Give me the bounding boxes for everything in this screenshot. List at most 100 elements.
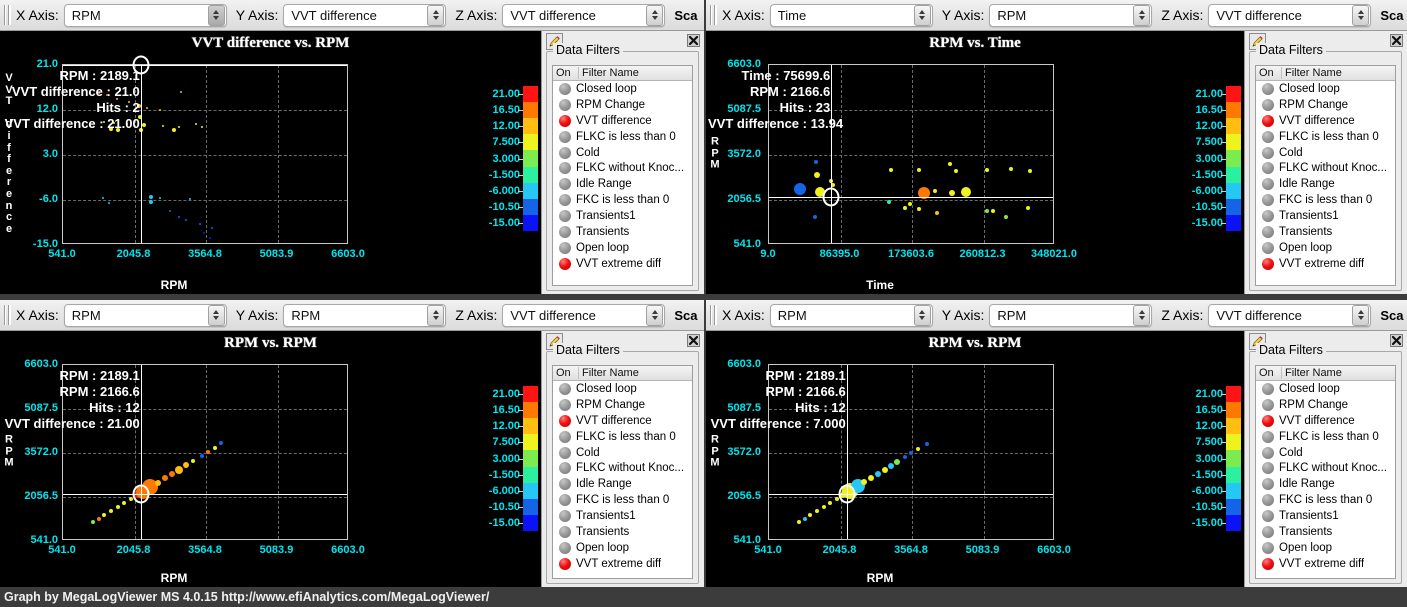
- filter-toggle-led-icon[interactable]: [1262, 258, 1274, 270]
- chevron-updown-icon[interactable]: [427, 305, 444, 326]
- chevron-updown-icon[interactable]: [208, 5, 225, 26]
- filter-toggle-led-icon[interactable]: [559, 242, 571, 254]
- y-axis-select[interactable]: VVT difference: [283, 4, 446, 27]
- filter-toggle-led-icon[interactable]: [559, 147, 571, 159]
- filter-toggle-led-icon[interactable]: [559, 162, 571, 174]
- filter-toggle-led-icon[interactable]: [1262, 162, 1274, 174]
- filter-toggle-led-icon[interactable]: [1262, 510, 1274, 522]
- filter-toggle-led-icon[interactable]: [559, 226, 571, 238]
- filter-row[interactable]: FLKC is less than 0: [553, 129, 692, 145]
- filter-toggle-led-icon[interactable]: [1262, 131, 1274, 143]
- filter-row[interactable]: RPM Change: [1256, 397, 1395, 413]
- filter-row[interactable]: FLKC without Knoc...: [1256, 460, 1395, 476]
- filter-toggle-led-icon[interactable]: [1262, 83, 1274, 95]
- filter-row[interactable]: FKC is less than 0: [553, 192, 692, 208]
- filter-toggle-led-icon[interactable]: [1262, 494, 1274, 506]
- chevron-updown-icon[interactable]: [1133, 305, 1150, 326]
- filter-row[interactable]: FKC is less than 0: [1256, 192, 1395, 208]
- filter-row[interactable]: VVT extreme diff: [553, 556, 692, 572]
- y-axis-select[interactable]: RPM: [989, 4, 1152, 27]
- filter-toggle-led-icon[interactable]: [559, 258, 571, 270]
- x-axis-select[interactable]: RPM: [770, 304, 933, 327]
- filter-toggle-led-icon[interactable]: [559, 510, 571, 522]
- filter-row[interactable]: Open loop: [1256, 240, 1395, 256]
- z-axis-select[interactable]: VVT difference: [502, 304, 665, 327]
- filter-row[interactable]: Open loop: [1256, 540, 1395, 556]
- chevron-updown-icon[interactable]: [1352, 5, 1369, 26]
- filter-row[interactable]: RPM Change: [1256, 97, 1395, 113]
- filter-toggle-led-icon[interactable]: [559, 542, 571, 554]
- toolbar-drag-handle[interactable]: [4, 305, 11, 325]
- filter-row[interactable]: Cold: [553, 145, 692, 161]
- filter-toggle-led-icon[interactable]: [559, 194, 571, 206]
- filter-row[interactable]: FKC is less than 0: [553, 492, 692, 508]
- filter-toggle-led-icon[interactable]: [559, 558, 571, 570]
- toolbar-drag-handle[interactable]: [710, 305, 717, 325]
- filter-toggle-led-icon[interactable]: [1262, 431, 1274, 443]
- filter-row[interactable]: Idle Range: [553, 176, 692, 192]
- filter-toggle-led-icon[interactable]: [1262, 242, 1274, 254]
- plot-area-bottom-left[interactable]: RPM vs. RPMRPMRPMRPM : 2189.1RPM : 2166.…: [0, 331, 541, 587]
- y-axis-select[interactable]: RPM: [283, 304, 446, 327]
- filter-row[interactable]: Closed loop: [1256, 381, 1395, 397]
- filter-row[interactable]: Open loop: [553, 240, 692, 256]
- plot-area-bottom-right[interactable]: RPM vs. RPMRPMRPMRPM : 2189.1RPM : 2166.…: [706, 331, 1244, 587]
- filter-row[interactable]: Transients1: [1256, 208, 1395, 224]
- filter-toggle-led-icon[interactable]: [559, 178, 571, 190]
- filter-row[interactable]: Transients: [553, 224, 692, 240]
- filter-toggle-led-icon[interactable]: [559, 494, 571, 506]
- horizontal-splitter[interactable]: [0, 294, 1407, 300]
- filter-row[interactable]: FLKC without Knoc...: [1256, 160, 1395, 176]
- filter-row[interactable]: Cold: [1256, 445, 1395, 461]
- filter-toggle-led-icon[interactable]: [559, 462, 571, 474]
- filter-row[interactable]: Idle Range: [1256, 176, 1395, 192]
- toolbar-drag-handle[interactable]: [4, 5, 11, 25]
- filter-row[interactable]: Transients: [1256, 524, 1395, 540]
- filter-toggle-led-icon[interactable]: [1262, 99, 1274, 111]
- filter-toggle-led-icon[interactable]: [559, 399, 571, 411]
- filter-row[interactable]: FLKC is less than 0: [1256, 429, 1395, 445]
- filter-toggle-led-icon[interactable]: [559, 415, 571, 427]
- toolbar-drag-handle[interactable]: [710, 5, 717, 25]
- z-axis-select[interactable]: VVT difference: [1208, 4, 1371, 27]
- filter-toggle-led-icon[interactable]: [559, 115, 571, 127]
- filter-toggle-led-icon[interactable]: [559, 431, 571, 443]
- filter-toggle-led-icon[interactable]: [1262, 478, 1274, 490]
- filter-toggle-led-icon[interactable]: [1262, 226, 1274, 238]
- filter-toggle-led-icon[interactable]: [1262, 383, 1274, 395]
- filter-toggle-led-icon[interactable]: [1262, 178, 1274, 190]
- filter-row[interactable]: Cold: [553, 445, 692, 461]
- filter-toggle-led-icon[interactable]: [1262, 542, 1274, 554]
- x-axis-select[interactable]: RPM: [64, 304, 227, 327]
- chevron-updown-icon[interactable]: [1352, 305, 1369, 326]
- filter-toggle-led-icon[interactable]: [559, 447, 571, 459]
- chevron-updown-icon[interactable]: [1133, 5, 1150, 26]
- filter-toggle-led-icon[interactable]: [1262, 210, 1274, 222]
- filter-toggle-led-icon[interactable]: [1262, 194, 1274, 206]
- filter-toggle-led-icon[interactable]: [559, 99, 571, 111]
- filter-toggle-led-icon[interactable]: [1262, 462, 1274, 474]
- close-panel-button[interactable]: [687, 334, 700, 347]
- close-panel-button[interactable]: [1390, 334, 1403, 347]
- filter-toggle-led-icon[interactable]: [559, 478, 571, 490]
- filter-row[interactable]: Transients: [553, 524, 692, 540]
- filter-row[interactable]: Open loop: [553, 540, 692, 556]
- y-axis-select[interactable]: RPM: [989, 304, 1152, 327]
- filter-row[interactable]: Transients1: [553, 208, 692, 224]
- filter-row[interactable]: FLKC without Knoc...: [553, 160, 692, 176]
- x-axis-select[interactable]: RPM: [64, 4, 227, 27]
- filter-row[interactable]: Transients1: [1256, 508, 1395, 524]
- filter-row[interactable]: Idle Range: [1256, 476, 1395, 492]
- filter-row[interactable]: Closed loop: [553, 81, 692, 97]
- x-axis-select[interactable]: Time: [770, 4, 933, 27]
- filter-toggle-led-icon[interactable]: [1262, 115, 1274, 127]
- filter-toggle-led-icon[interactable]: [1262, 147, 1274, 159]
- z-axis-select[interactable]: VVT difference: [1208, 304, 1371, 327]
- filter-row[interactable]: VVT extreme diff: [1256, 256, 1395, 272]
- filter-row[interactable]: Idle Range: [553, 476, 692, 492]
- chevron-updown-icon[interactable]: [208, 305, 225, 326]
- chevron-updown-icon[interactable]: [427, 5, 444, 26]
- filter-toggle-led-icon[interactable]: [559, 131, 571, 143]
- filter-toggle-led-icon[interactable]: [559, 383, 571, 395]
- filter-toggle-led-icon[interactable]: [1262, 415, 1274, 427]
